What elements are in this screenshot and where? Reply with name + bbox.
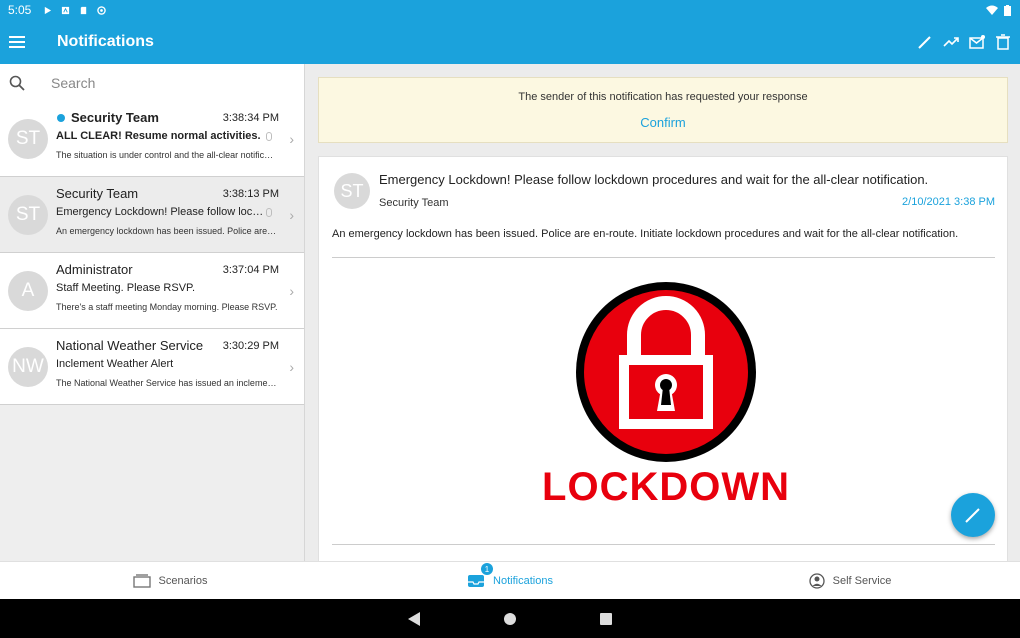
message-time: 3:38:34 PM (222, 112, 279, 124)
bottom-navigation: Scenarios Notifications Self Service 1 (0, 561, 1020, 599)
tab-label: Self Service (832, 574, 892, 587)
divider (332, 257, 995, 258)
tab-scenarios[interactable]: Scenarios (0, 562, 340, 599)
detail-sender: Security Team (379, 197, 449, 209)
recents-icon[interactable] (600, 612, 612, 625)
at-sign-icon (97, 5, 107, 15)
play-store-icon (45, 6, 52, 14)
hamburger-menu-icon (9, 36, 25, 48)
detail-subject: Emergency Lockdown! Please follow lockdo… (379, 172, 929, 187)
message-sender: Security Team (56, 186, 139, 201)
list-item[interactable]: NW National Weather Service 3:30:29 PM I… (0, 329, 304, 405)
message-preview: An emergency lockdown has been issued. P… (56, 226, 278, 236)
divider (332, 544, 995, 545)
home-icon[interactable] (504, 612, 516, 625)
trash-icon (996, 34, 1010, 50)
message-preview: The National Weather Service has issued … (56, 378, 278, 388)
trending-button[interactable] (942, 33, 960, 51)
search-bar (0, 64, 304, 101)
person-icon (808, 572, 825, 589)
detail-date: 2/10/2021 3:38 PM (902, 196, 995, 208)
tab-label: Scenarios (158, 574, 208, 587)
message-subject: ALL CLEAR! Resume normal activities. (56, 130, 261, 142)
chevron-right-icon: › (289, 359, 294, 375)
message-subject: Emergency Lockdown! Please follow lockdo… (56, 206, 266, 218)
confirm-button[interactable]: Confirm (319, 115, 1007, 130)
avatar: ST (334, 173, 370, 209)
app-bar: Notifications (0, 20, 1020, 64)
list-item[interactable]: ST Security Team 3:38:13 PM Emergency Lo… (0, 177, 304, 253)
message-subject: Staff Meeting. Please RSVP. (56, 282, 196, 294)
tab-self-service[interactable]: Self Service (680, 562, 1020, 599)
avatar: ST (8, 119, 48, 159)
search-icon (9, 75, 25, 91)
avatar: ST (8, 195, 48, 235)
menu-button[interactable] (0, 20, 34, 64)
chevron-right-icon: › (289, 207, 294, 223)
scenarios-icon (132, 573, 151, 588)
page-title: Notifications (57, 33, 154, 50)
back-icon[interactable] (408, 611, 420, 626)
message-sender: Administrator (56, 262, 133, 277)
sd-card-icon (81, 6, 87, 14)
delete-button[interactable] (994, 33, 1012, 51)
avatar: A (8, 271, 48, 311)
chevron-right-icon: › (289, 283, 294, 299)
lockdown-image: LOCKDOWN (541, 277, 791, 517)
inbox-icon (468, 574, 485, 587)
compose-button[interactable] (916, 33, 934, 51)
search-input[interactable] (51, 74, 281, 91)
wifi-icon (986, 5, 998, 15)
padlock-icon (576, 282, 756, 462)
list-item[interactable]: A Administrator 3:37:04 PM Staff Meeting… (0, 253, 304, 329)
chevron-right-icon: › (289, 131, 294, 147)
message-preview: There's a staff meeting Monday morning. … (56, 302, 278, 312)
list-item[interactable]: ST Security Team 3:38:34 PM ALL CLEAR! R… (0, 101, 304, 177)
tab-label: Notifications (493, 574, 553, 587)
response-request-banner: The sender of this notification has requ… (318, 77, 1008, 143)
status-time: 5:05 (8, 3, 32, 17)
attachment-icon (266, 132, 272, 141)
mark-read-icon (969, 35, 985, 49)
message-time: 3:30:29 PM (222, 340, 279, 352)
message-sender: National Weather Service (56, 338, 204, 353)
message-sender: Security Team (71, 110, 159, 125)
message-time: 3:38:13 PM (222, 188, 279, 200)
avatar: NW (8, 347, 48, 387)
mark-read-button[interactable] (968, 33, 986, 51)
message-time: 3:37:04 PM (222, 264, 279, 276)
banner-text: The sender of this notification has requ… (518, 91, 808, 103)
message-list-pane: ST Security Team 3:38:34 PM ALL CLEAR! R… (0, 64, 305, 561)
status-bar: 5:05 (0, 0, 1020, 20)
message-detail-pane: The sender of this notification has requ… (306, 64, 1020, 561)
lockdown-caption: LOCKDOWN (542, 465, 790, 509)
message-preview: The situation is under control and the a… (56, 150, 278, 160)
pencil-icon (965, 508, 980, 523)
notification-badge: 1 (481, 563, 493, 575)
battery-icon (1004, 4, 1011, 16)
compose-fab-button[interactable] (951, 493, 995, 537)
pencil-icon (918, 36, 931, 49)
detail-body: An emergency lockdown has been issued. P… (332, 228, 959, 240)
tab-notifications[interactable]: Notifications (340, 562, 680, 599)
message-detail-card: ST Emergency Lockdown! Please follow loc… (318, 156, 1008, 561)
message-subject: Inclement Weather Alert (56, 358, 174, 370)
app-icon (62, 6, 70, 14)
trending-icon (943, 37, 959, 47)
attachment-icon (266, 208, 272, 217)
unread-dot-icon (57, 114, 65, 122)
system-navigation-bar (0, 599, 1020, 638)
